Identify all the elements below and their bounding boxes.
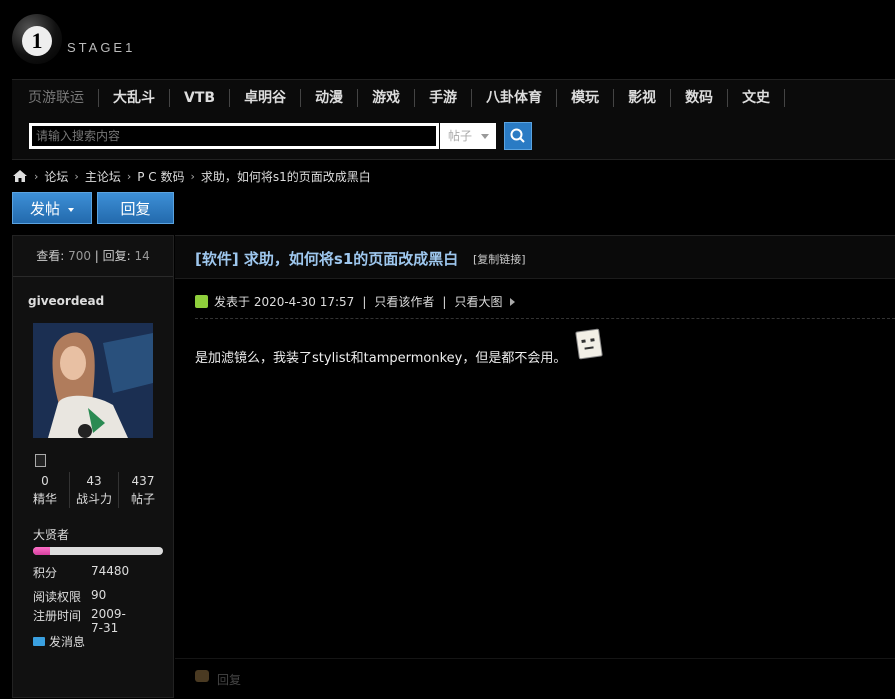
breadcrumb-item[interactable]: P C 数码 bbox=[137, 168, 184, 185]
nav-item[interactable]: 影视 bbox=[614, 89, 672, 107]
count-combat[interactable]: 43 战斗力 bbox=[70, 472, 119, 508]
info-row-points: 积分 74480 bbox=[33, 564, 129, 581]
count-label: 帖子 bbox=[130, 492, 155, 506]
search-type-label: 帖子 bbox=[448, 129, 473, 143]
main-nav: 页游联运 大乱斗 VTB 卓明谷 动漫 游戏 手游 八卦体育 模玩 影视 数码 … bbox=[12, 79, 895, 116]
envelope-icon bbox=[33, 637, 45, 646]
info-value: 74480 bbox=[91, 564, 130, 578]
divider bbox=[195, 318, 895, 319]
logo-ball: 1 bbox=[12, 14, 62, 64]
nav-item[interactable]: 游戏 bbox=[358, 89, 416, 107]
logo-glyph: 1 bbox=[22, 26, 52, 56]
post-footer: 回复 bbox=[175, 658, 895, 699]
chevron-down-icon bbox=[481, 134, 489, 139]
count-digest[interactable]: 0 精华 bbox=[21, 472, 70, 508]
thread-stats: 查看: 700 | 回复: 14 bbox=[13, 236, 173, 277]
author-name[interactable]: giveordead bbox=[28, 294, 104, 308]
author-sidebar: 查看: 700 | 回复: 14 giveordead 0 精华 43 战斗力 … bbox=[12, 235, 174, 698]
breadcrumb-item[interactable]: 求助，如何将s1的页面改成黑白 bbox=[201, 168, 371, 185]
user-rank: 大贤者 bbox=[33, 528, 70, 542]
meta-divider: | bbox=[362, 294, 367, 309]
reply-label: 回复 bbox=[120, 200, 151, 218]
post-body: 是加滤镜么，我装了stylist和tampermonkey，但是都不会用。 bbox=[195, 351, 567, 366]
breadcrumb-item[interactable]: 论坛 bbox=[44, 168, 68, 185]
info-value: 90 bbox=[91, 588, 107, 602]
replies-count: 14 bbox=[134, 249, 150, 263]
views-label: 查看: bbox=[36, 249, 65, 263]
send-message-link[interactable]: 发消息 bbox=[33, 633, 85, 650]
nav-item[interactable]: 八卦体育 bbox=[472, 89, 558, 107]
big-image-link[interactable]: 只看大图 bbox=[454, 293, 502, 310]
nav-item[interactable]: 动漫 bbox=[301, 89, 359, 107]
nav-item[interactable]: 手游 bbox=[415, 89, 473, 107]
count-value: 43 bbox=[86, 474, 102, 488]
count-posts[interactable]: 437 帖子 bbox=[119, 472, 167, 508]
thread-title: [软件] 求助，如何将s1的页面改成黑白 bbox=[195, 250, 459, 268]
search-button[interactable] bbox=[504, 122, 532, 150]
chevron-right-icon: › bbox=[190, 169, 195, 183]
home-icon[interactable] bbox=[12, 169, 28, 183]
rank-progress-bar bbox=[33, 547, 163, 555]
new-post-button[interactable]: 发帖 bbox=[12, 192, 92, 224]
new-post-label: 发帖 bbox=[29, 200, 60, 218]
nav-item[interactable]: 数码 bbox=[671, 89, 729, 107]
online-user-icon bbox=[195, 295, 208, 308]
count-label: 战斗力 bbox=[75, 492, 112, 506]
nav-item[interactable]: 模玩 bbox=[557, 89, 615, 107]
chevron-right-icon: › bbox=[34, 169, 39, 183]
emoji-eye bbox=[590, 338, 595, 342]
chevron-right-icon: › bbox=[74, 169, 79, 183]
avatar-image bbox=[33, 323, 153, 438]
nav-item[interactable]: 页游联运 bbox=[12, 89, 99, 107]
nav-item[interactable]: 大乱斗 bbox=[99, 89, 170, 107]
search-icon bbox=[510, 128, 525, 143]
triangle-right-icon[interactable] bbox=[510, 297, 516, 306]
meta-divider: | bbox=[442, 294, 447, 309]
send-message-label: 发消息 bbox=[49, 635, 86, 649]
copy-link-button[interactable]: [复制链接] bbox=[473, 251, 526, 267]
info-label: 阅读权限 bbox=[33, 590, 82, 604]
search-input[interactable] bbox=[29, 123, 439, 149]
logo-wordmark: STAGE1 bbox=[67, 40, 136, 55]
user-counts: 0 精华 43 战斗力 437 帖子 bbox=[21, 472, 167, 508]
breadcrumb: › 论坛 › 主论坛 › P C 数码 › 求助，如何将s1的页面改成黑白 bbox=[12, 168, 371, 184]
info-value: 2009-7-31 bbox=[91, 607, 126, 635]
post-meta: 发表于 2020-4-30 17:57 | 只看该作者 | 只看大图 bbox=[195, 293, 516, 310]
nav-item[interactable]: 卓明谷 bbox=[230, 89, 302, 107]
info-label: 注册时间 bbox=[33, 609, 82, 623]
chevron-right-icon: › bbox=[126, 169, 132, 183]
count-value: 437 bbox=[131, 474, 155, 488]
breadcrumb-item[interactable]: 主论坛 bbox=[85, 168, 121, 185]
avatar[interactable] bbox=[33, 323, 153, 438]
search-bar: 帖子 bbox=[12, 115, 895, 160]
nav-item[interactable]: VTB bbox=[170, 89, 231, 107]
nav-item[interactable]: 文史 bbox=[728, 89, 786, 107]
reply-icon[interactable] bbox=[195, 670, 209, 682]
search-type-select[interactable]: 帖子 bbox=[440, 123, 496, 149]
replies-label: 回复: bbox=[102, 249, 131, 263]
site-logo[interactable]: 1 STAGE1 bbox=[12, 14, 142, 66]
rank-progress-fill bbox=[33, 547, 50, 555]
medal-icon bbox=[35, 454, 46, 467]
count-value: 0 bbox=[41, 474, 49, 488]
info-row-register-date: 注册时间 2009-7-31 bbox=[33, 607, 126, 635]
author-only-link[interactable]: 只看该作者 bbox=[374, 293, 434, 310]
post-title-row: [软件] 求助，如何将s1的页面改成黑白 [复制链接] bbox=[175, 235, 895, 279]
emoji-eye bbox=[581, 339, 586, 343]
views-count: 700 bbox=[68, 249, 91, 263]
emoji-sticker-icon bbox=[575, 328, 603, 360]
reply-button[interactable]: 回复 bbox=[97, 192, 174, 224]
emoji-mouth bbox=[584, 346, 594, 350]
stats-divider: | bbox=[94, 249, 103, 263]
post-main: [软件] 求助，如何将s1的页面改成黑白 [复制链接] 发表于 2020-4-3… bbox=[175, 235, 895, 698]
count-label: 精华 bbox=[32, 492, 57, 506]
footer-reply-link[interactable]: 回复 bbox=[217, 671, 241, 688]
info-label: 积分 bbox=[33, 566, 58, 580]
info-row-read-level: 阅读权限 90 bbox=[33, 588, 106, 605]
chevron-down-icon bbox=[68, 207, 74, 212]
post-time: 发表于 2020-4-30 17:57 bbox=[214, 295, 355, 309]
